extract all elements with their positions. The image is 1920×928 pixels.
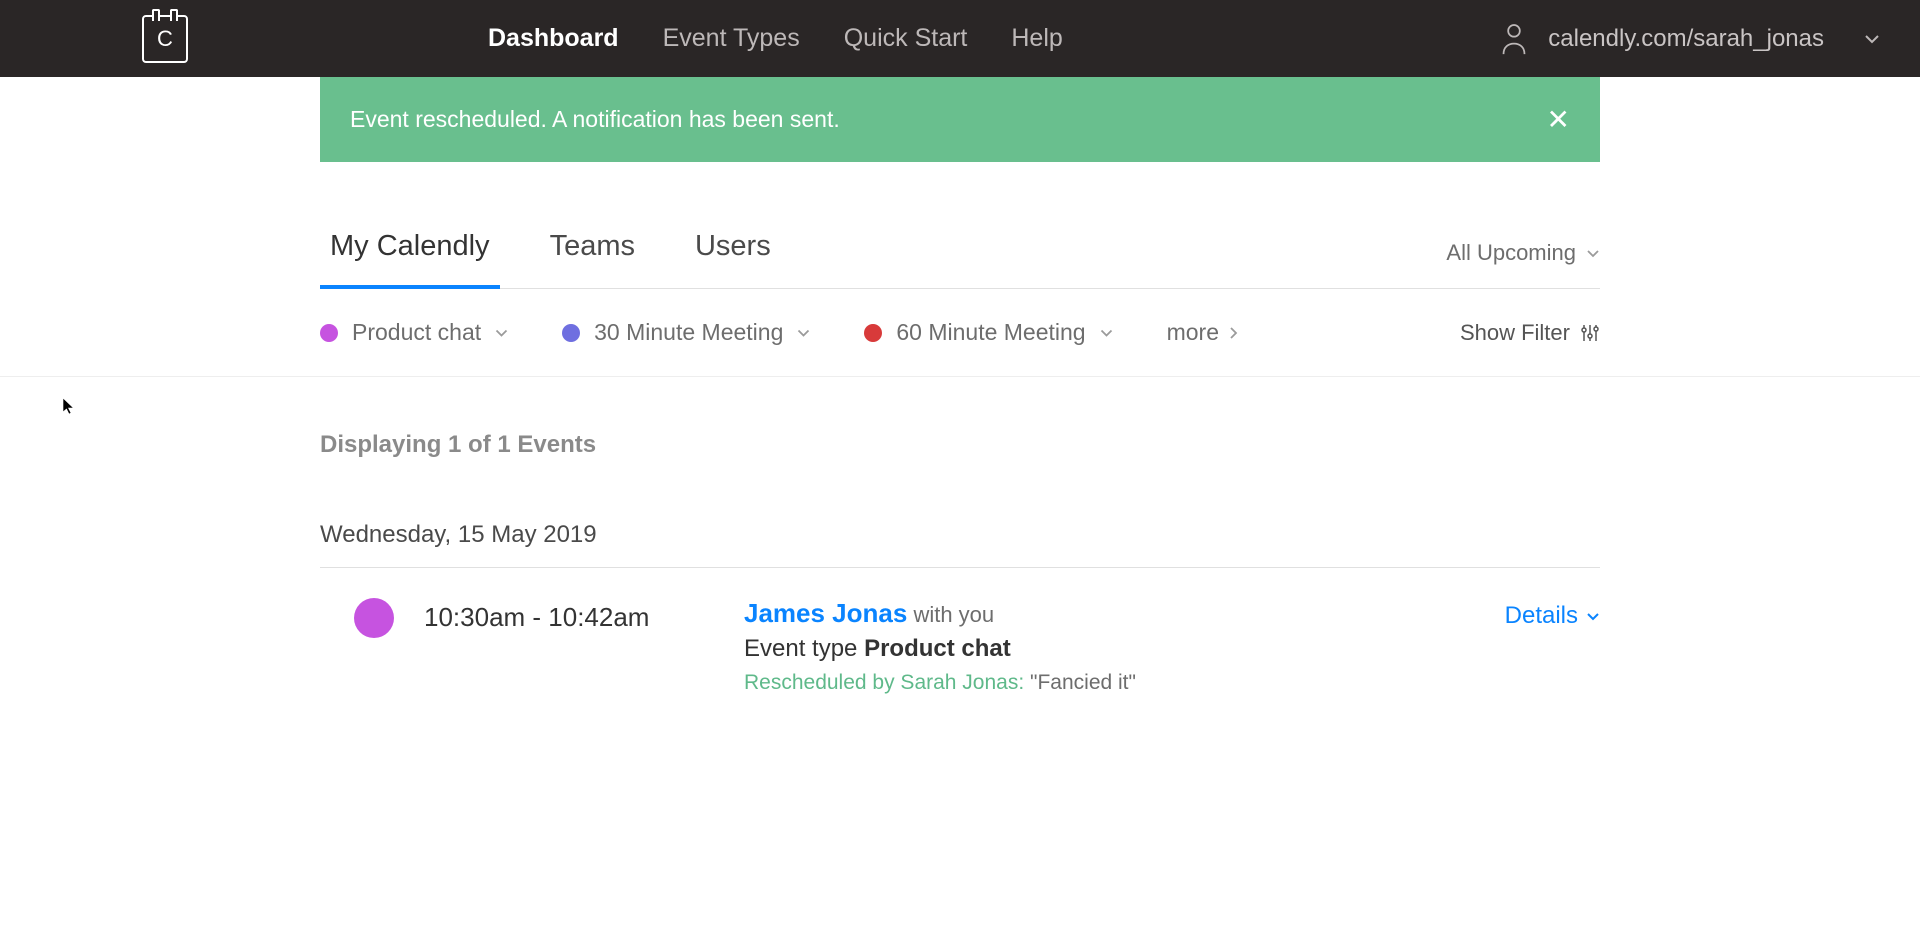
more-label: more — [1167, 319, 1219, 346]
event-type-name: Product chat — [864, 635, 1011, 662]
chevron-right-icon — [1229, 326, 1238, 340]
top-navbar: C Dashboard Event Types Quick Start Help… — [0, 0, 1920, 77]
calendly-logo[interactable]: C — [142, 15, 188, 63]
event-time: 10:30am - 10:42am — [424, 598, 744, 633]
logo-letter: C — [157, 26, 173, 52]
filter-chip-30-minute[interactable]: 30 Minute Meeting — [562, 319, 810, 346]
nav-event-types[interactable]: Event Types — [663, 24, 800, 53]
chevron-down-icon — [797, 329, 810, 337]
color-dot — [562, 324, 580, 342]
event-color-dot — [354, 598, 394, 638]
chip-label: Product chat — [352, 319, 481, 346]
chip-label: 30 Minute Meeting — [594, 319, 783, 346]
filter-chip-product-chat[interactable]: Product chat — [320, 319, 508, 346]
user-menu[interactable]: calendly.com/sarah_jonas — [1500, 22, 1880, 56]
events-count: Displaying 1 of 1 Events — [320, 431, 1600, 459]
rescheduled-line: Rescheduled by Sarah Jonas: "Fancied it" — [744, 671, 1505, 695]
nav-quick-start[interactable]: Quick Start — [844, 24, 968, 53]
date-heading: Wednesday, 15 May 2019 — [320, 521, 1600, 568]
tabs-row: My Calendly Teams Users All Upcoming — [320, 230, 1600, 289]
event-row: 10:30am - 10:42am James Jonas with you E… — [320, 568, 1600, 735]
reschedule-reason: "Fancied it" — [1024, 671, 1136, 694]
chevron-down-icon — [1586, 249, 1600, 258]
nav-help[interactable]: Help — [1011, 24, 1062, 53]
event-details: James Jonas with you Event type Product … — [744, 598, 1505, 695]
close-icon[interactable]: ✕ — [1547, 103, 1570, 136]
event-invitee-line: James Jonas with you — [744, 598, 1505, 629]
primary-nav: Dashboard Event Types Quick Start Help — [488, 24, 1063, 53]
sliders-icon — [1580, 323, 1600, 343]
tab-users[interactable]: Users — [685, 230, 781, 288]
filter-chip-60-minute[interactable]: 60 Minute Meeting — [864, 319, 1112, 346]
cursor-artifact — [62, 395, 76, 416]
event-type-filters: Product chat 30 Minute Meeting 60 Minute… — [320, 289, 1600, 376]
show-filter-label: Show Filter — [1460, 320, 1570, 346]
notification-banner: Event rescheduled. A notification has be… — [320, 77, 1600, 162]
invitee-name[interactable]: James Jonas — [744, 598, 907, 628]
show-filter-button[interactable]: Show Filter — [1460, 320, 1600, 346]
user-icon — [1500, 22, 1528, 56]
chip-label: 60 Minute Meeting — [896, 319, 1085, 346]
tab-teams[interactable]: Teams — [540, 230, 645, 288]
color-dot — [864, 324, 882, 342]
rescheduled-by: Rescheduled by Sarah Jonas: — [744, 671, 1024, 694]
banner-message: Event rescheduled. A notification has be… — [350, 106, 840, 133]
upcoming-filter-dropdown[interactable]: All Upcoming — [1446, 240, 1600, 288]
tab-my-calendly[interactable]: My Calendly — [320, 230, 500, 289]
filter-more[interactable]: more — [1167, 319, 1238, 346]
with-you-label: with you — [907, 602, 994, 627]
chevron-down-icon — [1864, 25, 1880, 53]
color-dot — [320, 324, 338, 342]
event-type-line: Event type Product chat — [744, 635, 1505, 663]
event-type-prefix: Event type — [744, 635, 864, 662]
user-url: calendly.com/sarah_jonas — [1548, 25, 1824, 53]
chevron-down-icon — [1586, 612, 1600, 621]
tabs: My Calendly Teams Users — [320, 230, 781, 288]
nav-dashboard[interactable]: Dashboard — [488, 24, 619, 53]
chevron-down-icon — [495, 329, 508, 337]
chevron-down-icon — [1100, 329, 1113, 337]
details-label: Details — [1505, 602, 1578, 630]
details-toggle[interactable]: Details — [1505, 598, 1600, 630]
upcoming-filter-label: All Upcoming — [1446, 240, 1576, 266]
